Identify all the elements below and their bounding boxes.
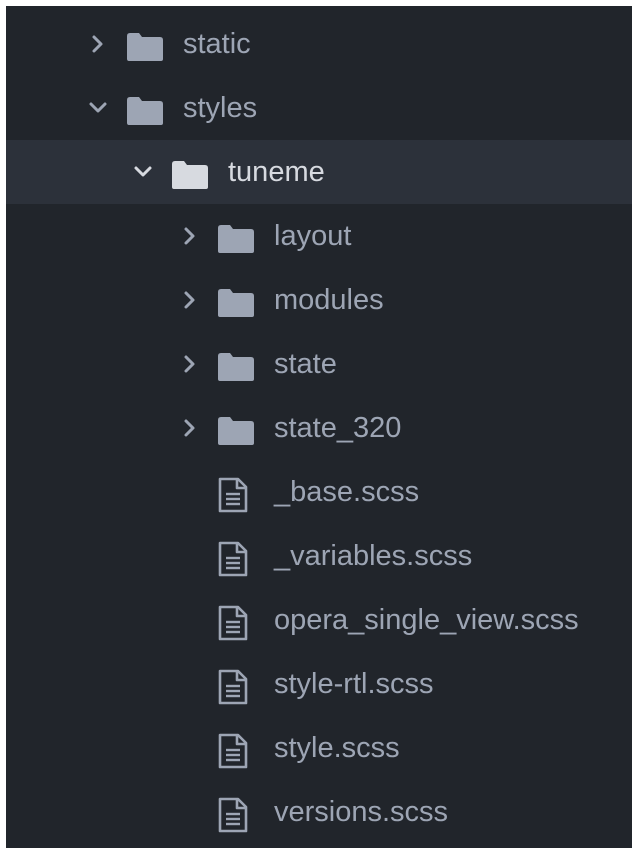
tree-row-variables-scss[interactable]: _variables.scss — [6, 524, 632, 588]
file-text-icon — [218, 733, 248, 769]
tree-row-base-scss[interactable]: _base.scss — [6, 460, 632, 524]
folder-icon — [126, 32, 164, 62]
tree-row-modules[interactable]: modules — [6, 268, 632, 332]
folder-icon — [217, 416, 255, 446]
tree-row-label: styles — [183, 92, 258, 124]
file-text-icon — [218, 477, 248, 513]
tree-row-label: _variables.scss — [274, 540, 473, 572]
chevron-right-icon[interactable] — [180, 224, 200, 248]
tree-row-label: static — [183, 28, 251, 60]
tree-row-styles[interactable]: styles — [6, 76, 632, 140]
folder-icon — [217, 352, 255, 382]
tree-row-label: versions.scss — [274, 796, 449, 828]
chevron-down-icon[interactable] — [88, 96, 108, 120]
tree-row-label: _base.scss — [274, 476, 420, 508]
tree-row-state[interactable]: state — [6, 332, 632, 396]
tree-row-state-320[interactable]: state_320 — [6, 396, 632, 460]
tree-row-label: state — [274, 348, 337, 380]
chevron-right-icon[interactable] — [88, 32, 108, 56]
file-text-icon — [218, 605, 248, 641]
folder-icon — [217, 224, 255, 254]
file-text-icon — [218, 541, 248, 577]
tree-row-label: tuneme — [228, 156, 325, 188]
tree-row-label: opera_single_view.scss — [274, 604, 579, 636]
chevron-right-icon[interactable] — [180, 288, 200, 312]
tree-row-label: style.scss — [274, 732, 400, 764]
tree-row-static[interactable]: static — [6, 12, 632, 76]
file-text-icon — [218, 669, 248, 705]
chevron-down-icon[interactable] — [133, 160, 153, 184]
tree-row-label: layout — [274, 220, 352, 252]
folder-icon — [171, 160, 209, 190]
tree-row-label: modules — [274, 284, 384, 316]
tree-row-tuneme[interactable]: tuneme — [6, 140, 632, 204]
tree-row-label: state_320 — [274, 412, 402, 444]
chevron-right-icon[interactable] — [180, 416, 200, 440]
tree-row-opera-single-view-scss[interactable]: opera_single_view.scss — [6, 588, 632, 652]
file-text-icon — [218, 797, 248, 833]
folder-icon — [126, 96, 164, 126]
file-tree-panel: static styles tuneme layout modules stat… — [6, 6, 632, 848]
tree-row-versions-scss[interactable]: versions.scss — [6, 780, 632, 844]
tree-row-layout[interactable]: layout — [6, 204, 632, 268]
tree-row-style-rtl-scss[interactable]: style-rtl.scss — [6, 652, 632, 716]
tree-row-style-scss[interactable]: style.scss — [6, 716, 632, 780]
folder-icon — [217, 288, 255, 318]
tree-row-label: style-rtl.scss — [274, 668, 434, 700]
chevron-right-icon[interactable] — [180, 352, 200, 376]
